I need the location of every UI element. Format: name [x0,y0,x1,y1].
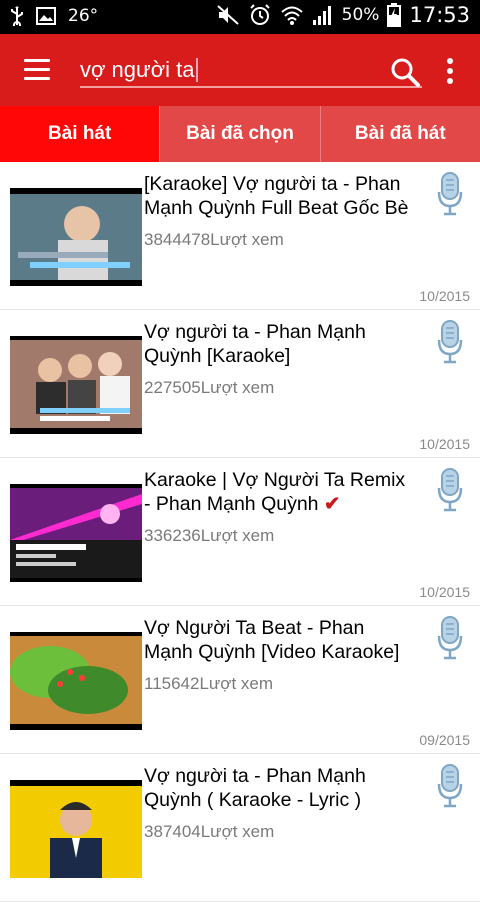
view-count: 387404Lượt xem [144,822,275,841]
view-count: 336236Lượt xem [144,526,275,545]
song-list-item[interactable]: Vợ người ta - Phan Mạnh Quỳnh [Karaoke] … [0,310,480,458]
microphone-icon[interactable] [436,320,464,364]
usb-icon [11,6,23,26]
song-title: Karaoke | Vợ Người Ta Remix - Phan Mạnh … [144,469,406,515]
upload-date: 10/2015 [419,436,470,452]
song-list: [Karaoke] Vợ người ta - Phan Mạnh Quỳnh … [0,162,480,902]
song-title: [Karaoke] Vợ người ta - Phan Mạnh Quỳnh … [144,173,409,219]
song-list-item[interactable]: Karaoke | Vợ Người Ta Remix - Phan Mạnh … [0,458,480,606]
search-icon[interactable] [389,56,421,88]
status-bar: 26° 50% 17:53 [0,0,480,34]
signal-icon [312,6,331,25]
clock-text: 17:53 [409,3,470,27]
image-icon [36,7,56,25]
microphone-icon[interactable] [436,616,464,660]
upload-date: 10/2015 [419,584,470,600]
microphone-icon[interactable] [436,468,464,512]
upload-date: 09/2015 [419,732,470,748]
video-thumbnail[interactable] [10,484,142,582]
text-cursor [195,58,198,82]
battery-percent-text: 50% [341,5,380,25]
overflow-menu-icon[interactable] [444,58,456,84]
song-title: Vợ Người Ta Beat - Phan Mạnh Quỳnh [Vide… [144,617,400,663]
song-title: Vợ người ta - Phan Mạnh Quỳnh [Karaoke] [144,321,366,367]
search-input-value: vợ người ta [80,57,195,82]
view-count: 115642Lượt xem [144,674,274,693]
battery-charging-icon [387,3,402,27]
upload-date: 10/2015 [419,288,470,304]
app-toolbar: vợ người ta [0,34,480,106]
temperature-text: 26° [68,6,99,26]
alarm-icon [249,4,270,25]
microphone-icon[interactable] [436,764,464,808]
microphone-icon[interactable] [436,172,464,216]
search-input[interactable]: vợ người ta [80,54,422,88]
checkmark-icon: ✔ [323,493,341,515]
hamburger-menu-icon[interactable] [24,59,50,81]
song-list-item[interactable]: [Karaoke] Vợ người ta - Phan Mạnh Quỳnh … [0,162,480,310]
song-list-item[interactable]: Vợ Người Ta Beat - Phan Mạnh Quỳnh [Vide… [0,606,480,754]
video-thumbnail[interactable] [10,336,142,434]
tab-selected-songs[interactable]: Bài đã chọn [159,106,320,162]
wifi-icon [281,6,303,25]
video-thumbnail[interactable] [10,780,142,878]
tab-bar: Bài hát Bài đã chọn Bài đã hát [0,106,480,162]
tab-sung-songs[interactable]: Bài đã hát [319,106,480,162]
view-count: 227505Lượt xem [144,378,275,397]
mute-icon [217,5,239,25]
video-thumbnail[interactable] [10,632,142,730]
view-count: 3844478Lượt xem [144,230,284,249]
video-thumbnail[interactable] [10,188,142,286]
song-title: Vợ người ta - Phan Mạnh Quỳnh ( Karaoke … [144,765,366,811]
song-list-item[interactable]: Vợ người ta - Phan Mạnh Quỳnh ( Karaoke … [0,754,480,902]
tab-songs[interactable]: Bài hát [0,106,160,162]
